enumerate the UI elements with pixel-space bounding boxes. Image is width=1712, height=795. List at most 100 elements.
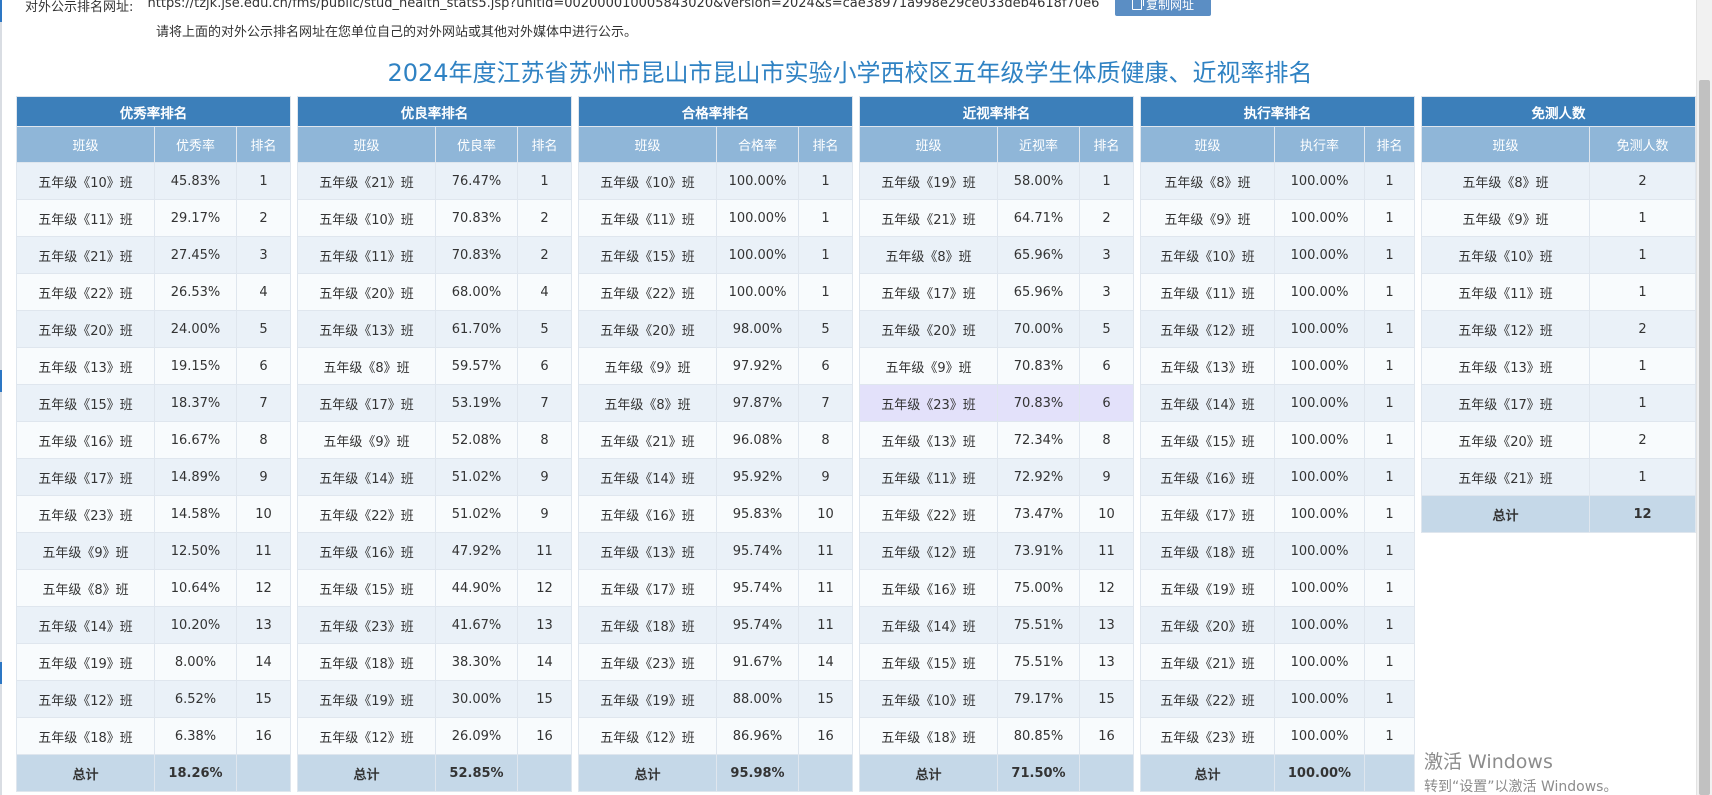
column-header: 班级 bbox=[578, 126, 717, 163]
total-value: 95.98% bbox=[716, 754, 799, 792]
class-name-cell: 五年级《17》班 bbox=[859, 273, 998, 311]
value-cell: 44.90% bbox=[435, 569, 518, 607]
class-name-cell: 五年级《14》班 bbox=[859, 606, 998, 644]
rank-cell: 5 bbox=[235, 310, 292, 348]
rank-cell: 1 bbox=[797, 199, 854, 237]
public-url-label: 对外公示排名网址: bbox=[25, 0, 134, 15]
rank-cell: 1 bbox=[797, 273, 854, 311]
value-cell: 2 bbox=[1589, 162, 1696, 200]
class-name-cell: 五年级《12》班 bbox=[1421, 310, 1590, 348]
class-name-cell: 五年级《23》班 bbox=[1140, 717, 1275, 755]
total-value bbox=[235, 754, 292, 792]
rank-cell: 1 bbox=[1363, 347, 1416, 385]
class-name-cell: 五年级《15》班 bbox=[297, 569, 436, 607]
table-row: 五年级《16》班 95.83% 10 bbox=[578, 495, 854, 533]
class-name-cell: 五年级《16》班 bbox=[578, 495, 717, 533]
total-row: 总计 95.98% bbox=[578, 754, 854, 792]
value-cell: 100.00% bbox=[1274, 458, 1365, 496]
table-row: 五年级《8》班 100.00% 1 bbox=[1140, 162, 1416, 200]
rank-cell: 3 bbox=[235, 236, 292, 274]
publish-hint: 请将上面的对外公示排名网址在您单位自己的对外网站或其他对外媒体中进行公示。 bbox=[156, 25, 638, 40]
public-url-line: 对外公示排名网址: https://tzjk.jse.edu.cn/fms/pu… bbox=[25, 0, 1108, 15]
value-cell: 73.47% bbox=[997, 495, 1080, 533]
value-cell: 52.08% bbox=[435, 421, 518, 459]
table-row: 五年级《18》班 6.38% 16 bbox=[16, 717, 292, 755]
table-row: 五年级《16》班 100.00% 1 bbox=[1140, 458, 1416, 496]
rank-cell: 11 bbox=[797, 532, 854, 570]
copy-url-button[interactable]: 复制网址 bbox=[1115, 0, 1211, 16]
vertical-scrollbar[interactable] bbox=[1696, 0, 1712, 795]
value-cell: 18.37% bbox=[154, 384, 237, 422]
table-row: 五年级《13》班 61.70% 5 bbox=[297, 310, 573, 348]
table-row: 五年级《11》班 1 bbox=[1421, 273, 1696, 311]
table-row: 五年级《23》班 41.67% 13 bbox=[297, 606, 573, 644]
column-header: 班级 bbox=[859, 126, 998, 163]
total-label: 总计 bbox=[859, 754, 998, 792]
class-name-cell: 五年级《9》班 bbox=[578, 347, 717, 385]
table-row: 五年级《15》班 18.37% 7 bbox=[16, 384, 292, 422]
table-row: 五年级《9》班 52.08% 8 bbox=[297, 421, 573, 459]
table-row: 五年级《14》班 51.02% 9 bbox=[297, 458, 573, 496]
table-row: 五年级《10》班 100.00% 1 bbox=[578, 162, 854, 200]
total-value: 18.26% bbox=[154, 754, 237, 792]
public-url-link[interactable]: https://tzjk.jse.edu.cn/fms/public/stud_… bbox=[148, 0, 1108, 11]
rank-cell: 10 bbox=[1078, 495, 1135, 533]
rank-cell: 1 bbox=[1363, 162, 1416, 200]
rank-cell: 8 bbox=[516, 421, 573, 459]
table-row: 五年级《21》班 64.71% 2 bbox=[859, 199, 1135, 237]
class-name-cell: 五年级《20》班 bbox=[1421, 421, 1590, 459]
scrollbar-thumb[interactable] bbox=[1699, 80, 1710, 795]
value-cell: 58.00% bbox=[997, 162, 1080, 200]
column-header: 班级 bbox=[1421, 126, 1590, 163]
watermark-line-2: 转到“设置”以激活 Windows。 bbox=[1424, 779, 1618, 795]
table-row: 五年级《22》班 73.47% 10 bbox=[859, 495, 1135, 533]
rank-cell: 14 bbox=[797, 643, 854, 681]
value-cell: 24.00% bbox=[154, 310, 237, 348]
rank-cell: 6 bbox=[1078, 347, 1135, 385]
table-row: 五年级《10》班 1 bbox=[1421, 236, 1696, 274]
column-header: 班级 bbox=[1140, 126, 1275, 163]
table-row: 五年级《8》班 65.96% 3 bbox=[859, 236, 1135, 274]
class-name-cell: 五年级《11》班 bbox=[578, 199, 717, 237]
value-cell: 76.47% bbox=[435, 162, 518, 200]
total-label: 总计 bbox=[297, 754, 436, 792]
value-cell: 95.83% bbox=[716, 495, 799, 533]
table-row: 五年级《13》班 1 bbox=[1421, 347, 1696, 385]
value-cell: 100.00% bbox=[1274, 162, 1365, 200]
rank-cell: 1 bbox=[1363, 236, 1416, 274]
table-row: 五年级《20》班 2 bbox=[1421, 421, 1696, 459]
value-cell: 100.00% bbox=[1274, 680, 1365, 718]
rank-cell: 2 bbox=[516, 236, 573, 274]
total-label: 总计 bbox=[578, 754, 717, 792]
rank-cell: 13 bbox=[1078, 643, 1135, 681]
class-name-cell: 五年级《20》班 bbox=[297, 273, 436, 311]
column-header: 排名 bbox=[1363, 126, 1416, 163]
table-row: 五年级《17》班 95.74% 11 bbox=[578, 569, 854, 607]
table-row: 五年级《12》班 100.00% 1 bbox=[1140, 310, 1416, 348]
rank-cell: 4 bbox=[516, 273, 573, 311]
table-row: 五年级《11》班 70.83% 2 bbox=[297, 236, 573, 274]
value-cell: 95.74% bbox=[716, 569, 799, 607]
class-name-cell: 五年级《12》班 bbox=[297, 717, 436, 755]
value-cell: 51.02% bbox=[435, 458, 518, 496]
rank-cell: 1 bbox=[1363, 606, 1416, 644]
table-row: 五年级《21》班 96.08% 8 bbox=[578, 421, 854, 459]
table-row: 五年级《9》班 97.92% 6 bbox=[578, 347, 854, 385]
value-cell: 100.00% bbox=[1274, 421, 1365, 459]
total-row: 总计 71.50% bbox=[859, 754, 1135, 792]
table-row: 五年级《14》班 100.00% 1 bbox=[1140, 384, 1416, 422]
class-name-cell: 五年级《10》班 bbox=[859, 680, 998, 718]
table-row: 五年级《15》班 100.00% 1 bbox=[1140, 421, 1416, 459]
class-name-cell: 五年级《19》班 bbox=[297, 680, 436, 718]
class-name-cell: 五年级《20》班 bbox=[1140, 606, 1275, 644]
left-edge-marker bbox=[0, 370, 2, 392]
rank-cell: 1 bbox=[1363, 532, 1416, 570]
table-row: 五年级《17》班 14.89% 9 bbox=[16, 458, 292, 496]
table-title: 近视率排名 bbox=[858, 96, 1135, 127]
table-title: 优良率排名 bbox=[296, 96, 573, 127]
class-name-cell: 五年级《17》班 bbox=[1421, 384, 1590, 422]
value-cell: 75.00% bbox=[997, 569, 1080, 607]
class-name-cell: 五年级《10》班 bbox=[1140, 236, 1275, 274]
class-name-cell: 五年级《13》班 bbox=[1421, 347, 1590, 385]
column-header: 优秀率 bbox=[154, 126, 237, 163]
